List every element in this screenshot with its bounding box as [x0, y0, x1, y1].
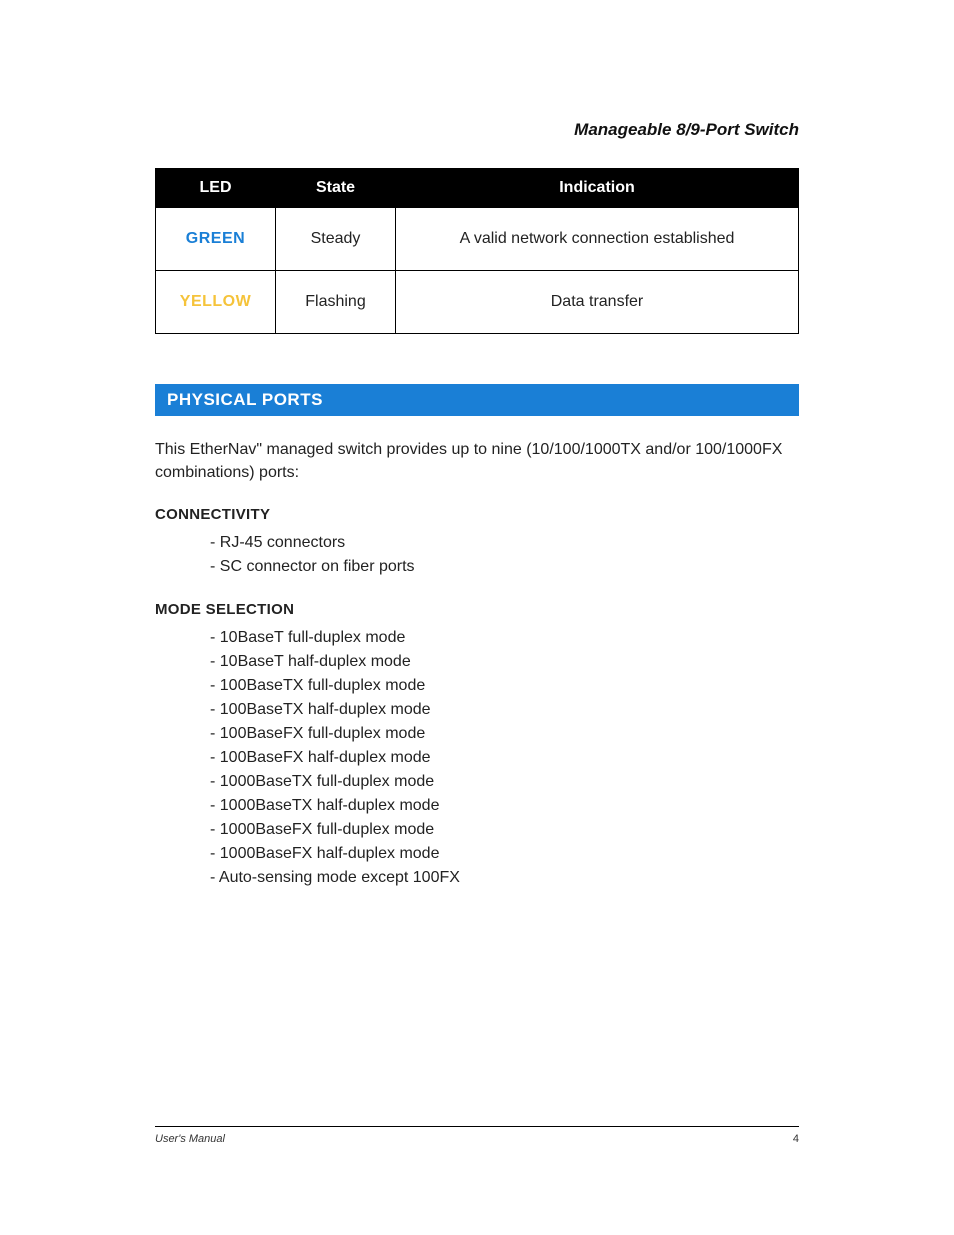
cell-state: Steady	[276, 208, 396, 271]
mode-list: 10BaseT full-duplex mode 10BaseT half-du…	[210, 626, 799, 890]
cell-indication: A valid network connection established	[396, 208, 799, 271]
led-label-green: GREEN	[186, 230, 245, 247]
led-label-yellow: YELLOW	[180, 293, 251, 310]
section-intro: This EtherNav" managed switch provides u…	[155, 438, 799, 484]
list-item: 1000BaseTX half-duplex mode	[210, 794, 799, 818]
list-item: 100BaseTX half-duplex mode	[210, 698, 799, 722]
subheading-connectivity: CONNECTIVITY	[155, 506, 799, 523]
list-item: 10BaseT half-duplex mode	[210, 650, 799, 674]
list-item: SC connector on fiber ports	[210, 555, 799, 579]
connectivity-list: RJ-45 connectors SC connector on fiber p…	[210, 531, 799, 579]
page-footer: User's Manual 4	[155, 1126, 799, 1145]
list-item: Auto-sensing mode except 100FX	[210, 866, 799, 890]
page: Manageable 8/9-Port Switch LED State Ind…	[0, 0, 954, 1235]
list-item: 1000BaseFX half-duplex mode	[210, 842, 799, 866]
list-item: 100BaseFX half-duplex mode	[210, 746, 799, 770]
list-item: 100BaseFX full-duplex mode	[210, 722, 799, 746]
table-row: GREEN Steady A valid network connection …	[156, 208, 799, 271]
list-item: 100BaseTX full-duplex mode	[210, 674, 799, 698]
list-item: 1000BaseFX full-duplex mode	[210, 818, 799, 842]
led-table: LED State Indication GREEN Steady A vali…	[155, 168, 799, 334]
th-led: LED	[156, 169, 276, 208]
list-item: 1000BaseTX full-duplex mode	[210, 770, 799, 794]
section-heading-physical-ports: PHYSICAL PORTS	[155, 384, 799, 416]
table-header-row: LED State Indication	[156, 169, 799, 208]
cell-state: Flashing	[276, 271, 396, 334]
subheading-mode-selection: MODE SELECTION	[155, 601, 799, 618]
footer-page-number: 4	[793, 1133, 799, 1145]
list-item: 10BaseT full-duplex mode	[210, 626, 799, 650]
cell-indication: Data transfer	[396, 271, 799, 334]
list-item: RJ-45 connectors	[210, 531, 799, 555]
table-row: YELLOW Flashing Data transfer	[156, 271, 799, 334]
th-indication: Indication	[396, 169, 799, 208]
th-state: State	[276, 169, 396, 208]
footer-left: User's Manual	[155, 1133, 225, 1145]
document-title: Manageable 8/9-Port Switch	[155, 120, 799, 140]
